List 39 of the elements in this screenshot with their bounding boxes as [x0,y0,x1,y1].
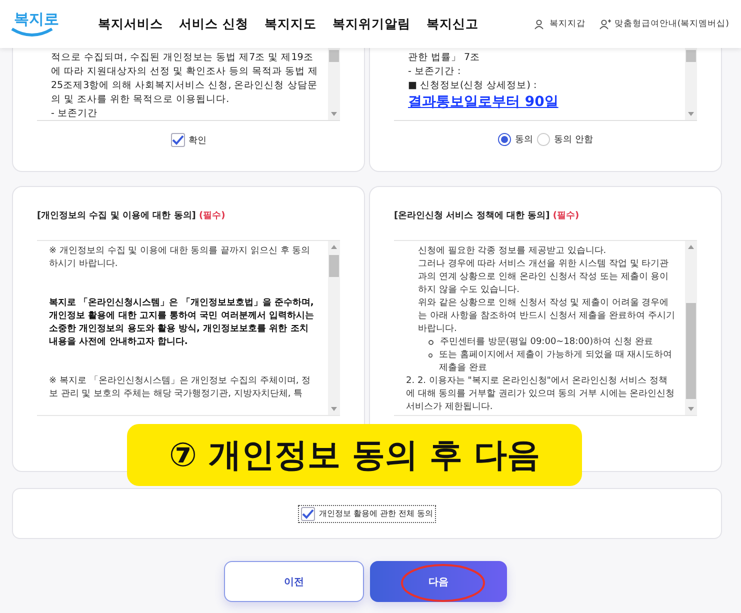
next-button[interactable]: 다음 [370,561,507,602]
scrollbar [685,48,697,120]
paragraph: 위와 같은 상황으로 인해 신청서 작성 및 제출이 어려울 경우에는 아래 사항을 참조하여 반드시 신청서 제출을 완료하여 주시기 바랍니다. [417,297,675,336]
nav-link[interactable]: 복지위기알림 [332,16,410,32]
checkbox-label: 개인정보 활용에 관한 전체 동의 [318,508,434,519]
smile-swoosh-icon [10,27,54,37]
utility-link[interactable]: 맞춤형급여안내(복지멤버십) [599,18,729,30]
radio-label: 동의 안함 [554,134,593,146]
paragraph: 신청에 필요한 각종 정보를 제공받고 있습니다. [417,245,608,258]
nav-link[interactable]: 복지신고 [426,16,478,32]
text-line: 관한 법률」 7조 [408,51,482,65]
radio-button[interactable] [498,133,512,146]
scrollbar [328,48,340,120]
text-line: 적으로 수집되며, 수집된 개인정보는 동법 제7조 및 제19조에 따라 지원대상자의 선정 및 확인조사 등의 목적과 동법 제25조제3항에 의해 사회복지서비스 신청, 온라인신청 상담문의 및 조사를 위한 목적으로 이용됩니다. [51,51,320,107]
checkbox-label: 확인 [188,134,206,146]
checkbox[interactable] [170,133,184,147]
section-title: [온라인신청 서비스 정책에 대한 동의] (필수) [394,210,580,222]
paragraph: 복지로 「온라인신청시스템」은 「개인정보보호법」을 준수하며, 개인정보 활용에 대한 고지를 통하여 국민 여러분께서 입력하시는 소중한 개인정보의 용도와 활용 방식, 개인정보보호를 위한 조치 내용을 사전에 안내하고자 합니다. [49,297,315,349]
radio-label: 동의 [515,134,534,146]
checkbox[interactable] [300,506,315,520]
person-add-icon [599,18,612,30]
section-title: [개인정보의 수집 및 이용에 대한 동의] (필수) [37,210,226,222]
list-item: 주민센터를 방문(평일 09:00~18:00)하여 신청 완료 [440,336,653,349]
paragraph: ※ 개인정보의 수집 및 이용에 대한 동의를 끝까지 읽으신 후 동의하시기 바랍니다. [49,245,312,271]
text-line: - 보존기간 : [408,65,462,79]
period-link[interactable]: 결과통보일로부터 90일 [408,93,677,111]
nav-link[interactable]: 복지서비스 [98,16,163,32]
paragraph: 2. 2. 이용자는 "복지로 온라인신청"에서 온라인신청 서비스 정책에 대해 동의를 거부할 권리가 있으며 동의 거부 시에는 온라인신청 서비스가 제한됩니다. [406,375,675,414]
text-line: ■ 신청정보(신청 상세정보) : 결과통보일로부터 90일 [408,79,677,111]
previous-button[interactable]: 이전 [224,561,364,602]
annotation-label: ⑦ 개인정보 동의 후 다음 [169,434,540,476]
nav-link[interactable]: 서비스 신청 [179,16,248,32]
nav-link[interactable]: 복지지도 [264,16,316,32]
person-icon [534,18,546,30]
text-line: - 보존기간 [51,107,98,120]
utility-link[interactable]: 복지지갑 [534,18,586,30]
paragraph: 그러나 경우에 따라 서비스 개선을 위한 시스템 작업 및 타기관과의 연계 상황으로 인해 온라인 신청서 작성 또는 제출이 용이하지 않을 수도 있습니다. [417,258,670,297]
paragraph: ※ 복지로 「온라인신청시스템」은 개인정보 수집의 주체이며, 정보 관리 및 보호의 주체는 해당 국가행정기관, 지방자치단체, 특 [49,375,312,401]
list-item: 또는 홈페이지에서 제출이 가능하게 되었을 때 재시도하여 제출을 완료 [438,349,674,375]
